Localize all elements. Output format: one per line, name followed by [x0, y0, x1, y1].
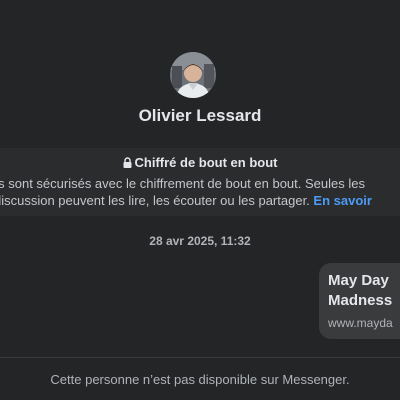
contact-name: Olivier Lessard: [138, 106, 262, 125]
encryption-text-line-2: discussion peuvent les lire, les écouter…: [0, 192, 372, 209]
composer-divider: [0, 357, 400, 358]
encryption-text-line-2-body: discussion peuvent les lire, les écouter…: [0, 193, 310, 208]
unavailable-notice: Cette personne n’est pas disponible sur …: [50, 372, 350, 387]
lock-icon: [123, 157, 131, 168]
encryption-text-line-1: els sont sécurisés avec le chiffrement d…: [0, 176, 365, 191]
link-preview-bubble[interactable]: May Day Madness www.mayda: [319, 263, 400, 339]
contact-avatar[interactable]: [170, 52, 216, 98]
link-preview-url: www.mayda: [328, 316, 393, 330]
conversation-view: Olivier Lessard Chiffré de bout en bout …: [0, 0, 400, 400]
link-preview-title: May Day Madness: [328, 272, 393, 309]
encryption-title: Chiffré de bout en bout: [134, 155, 278, 170]
encryption-title-row: Chiffré de bout en bout: [0, 155, 400, 170]
message-timestamp: 28 avr 2025, 11:32: [149, 234, 251, 248]
learn-more-link[interactable]: En savoir: [313, 193, 372, 208]
encryption-notice: Chiffré de bout en bout els sont sécuris…: [0, 148, 400, 216]
